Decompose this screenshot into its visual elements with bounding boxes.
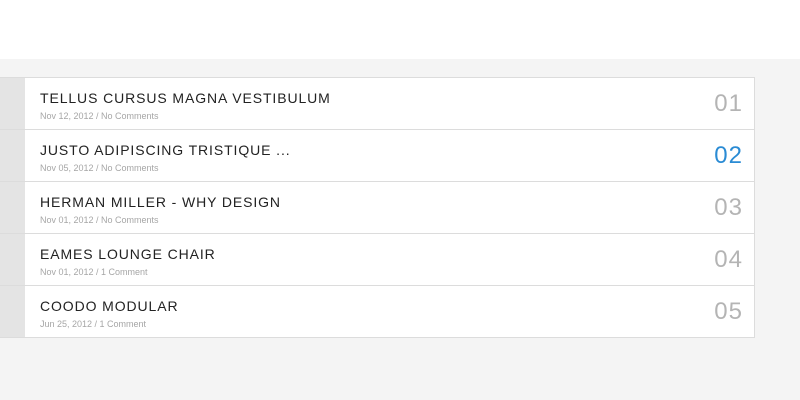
- row-body: HERMAN MILLER - WHY DESIGN Nov 01, 2012 …: [40, 193, 281, 226]
- list-item[interactable]: JUSTO ADIPISCING TRISTIQUE ... Nov 05, 2…: [0, 130, 754, 182]
- post-number: 02: [714, 141, 743, 169]
- post-meta: Nov 01, 2012 / 1 Comment: [40, 267, 148, 277]
- list-item[interactable]: HERMAN MILLER - WHY DESIGN Nov 01, 2012 …: [0, 182, 754, 234]
- post-number: 03: [714, 193, 743, 221]
- row-tab: [0, 130, 25, 181]
- list-item[interactable]: COODO MODULAR Jun 25, 2012 / 1 Comment 0…: [0, 286, 754, 337]
- post-title[interactable]: EAMES LOUNGE CHAIR: [40, 245, 216, 263]
- post-title[interactable]: JUSTO ADIPISCING TRISTIQUE ...: [40, 141, 291, 159]
- row-body: EAMES LOUNGE CHAIR Nov 01, 2012 / 1 Comm…: [40, 245, 216, 278]
- row-tab: [0, 182, 25, 233]
- post-list: TELLUS CURSUS MAGNA VESTIBULUM Nov 12, 2…: [0, 77, 755, 338]
- post-number: 05: [714, 297, 743, 325]
- header-band: [0, 0, 800, 59]
- row-tab: [0, 78, 25, 129]
- list-item[interactable]: TELLUS CURSUS MAGNA VESTIBULUM Nov 12, 2…: [0, 78, 754, 130]
- post-title[interactable]: TELLUS CURSUS MAGNA VESTIBULUM: [40, 89, 331, 107]
- post-meta: Jun 25, 2012 / 1 Comment: [40, 319, 147, 329]
- post-meta: Nov 05, 2012 / No Comments: [40, 163, 159, 173]
- row-tab: [0, 234, 25, 285]
- post-meta: Nov 01, 2012 / No Comments: [40, 215, 159, 225]
- post-number: 01: [714, 89, 743, 117]
- post-number: 04: [714, 245, 743, 273]
- list-item[interactable]: EAMES LOUNGE CHAIR Nov 01, 2012 / 1 Comm…: [0, 234, 754, 286]
- row-body: COODO MODULAR Jun 25, 2012 / 1 Comment: [40, 297, 179, 330]
- post-meta: Nov 12, 2012 / No Comments: [40, 111, 159, 121]
- row-tab: [0, 286, 25, 337]
- post-title[interactable]: HERMAN MILLER - WHY DESIGN: [40, 193, 281, 211]
- row-body: TELLUS CURSUS MAGNA VESTIBULUM Nov 12, 2…: [40, 89, 331, 122]
- post-title[interactable]: COODO MODULAR: [40, 297, 179, 315]
- row-body: JUSTO ADIPISCING TRISTIQUE ... Nov 05, 2…: [40, 141, 291, 174]
